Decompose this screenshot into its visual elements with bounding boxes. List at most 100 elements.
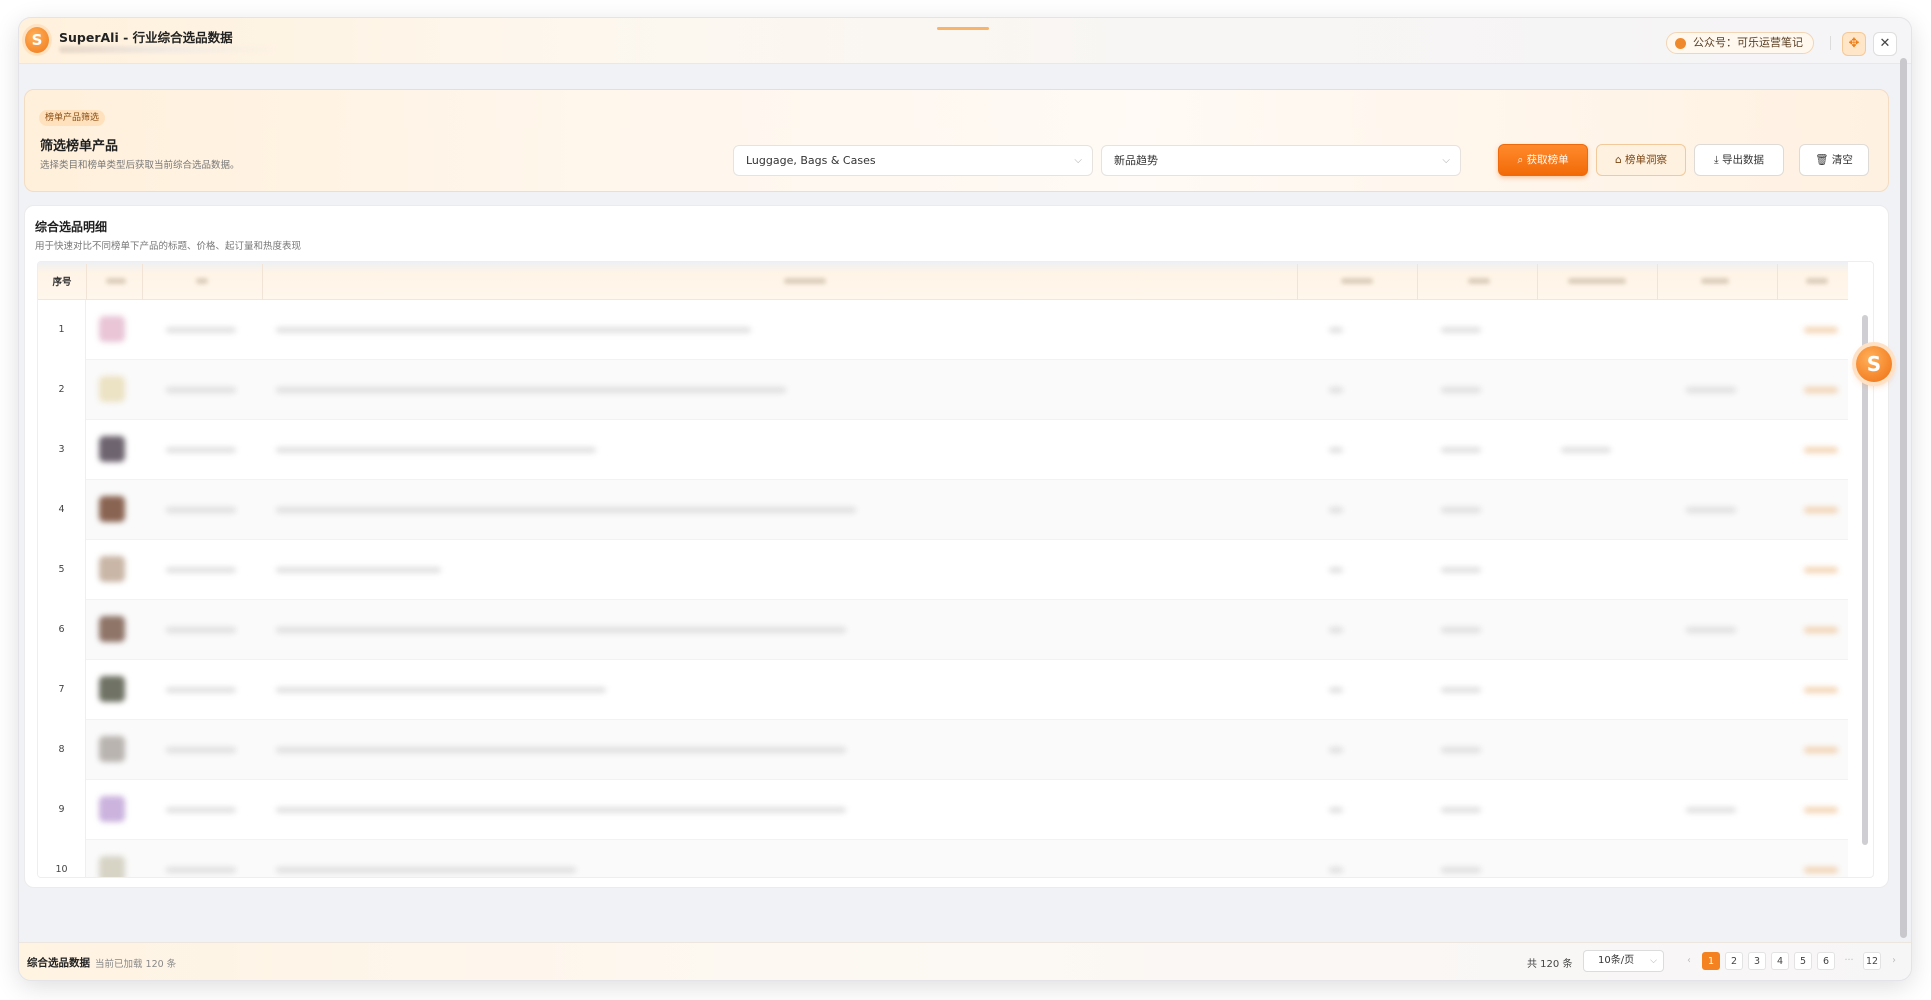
clear-button[interactable]: 🗑 清空 (1799, 144, 1869, 176)
table-row[interactable]: 7 (38, 660, 1848, 720)
app-title: SuperAli - 行业综合选品数据 (59, 30, 233, 45)
close-icon[interactable]: ✕ (1873, 32, 1897, 56)
column-header-blurred[interactable] (106, 278, 126, 284)
product-thumbnail[interactable] (99, 676, 125, 702)
product-title-blurred[interactable] (276, 687, 606, 693)
product-id-blurred[interactable] (166, 507, 236, 513)
product-thumbnail[interactable] (99, 316, 125, 342)
action-link-blurred[interactable] (1804, 627, 1838, 633)
column-header-blurred[interactable] (784, 278, 826, 284)
product-thumbnail[interactable] (99, 496, 125, 522)
category-select[interactable]: Luggage, Bags & Cases ⌵ (733, 145, 1093, 176)
moq-blurred (1329, 447, 1343, 453)
product-title-blurred[interactable] (276, 627, 846, 633)
product-thumbnail[interactable] (99, 436, 125, 462)
table-scrollbar[interactable] (1860, 310, 1870, 875)
drag-handle[interactable] (937, 27, 989, 30)
column-divider (1297, 264, 1298, 300)
table-row[interactable]: 5 (38, 540, 1848, 600)
action-link-blurred[interactable] (1804, 447, 1838, 453)
column-header-blurred[interactable] (1568, 278, 1626, 284)
product-title-blurred[interactable] (276, 807, 846, 813)
product-thumbnail[interactable] (99, 796, 125, 822)
floating-assistant-button[interactable]: S (1856, 346, 1892, 382)
product-id-blurred[interactable] (166, 327, 236, 333)
product-title-blurred[interactable] (276, 387, 786, 393)
table-row[interactable]: 9 (38, 780, 1848, 840)
row-index: 3 (38, 420, 86, 480)
action-link-blurred[interactable] (1804, 507, 1838, 513)
product-id-blurred[interactable] (166, 687, 236, 693)
product-thumbnail[interactable] (99, 616, 125, 642)
table-row[interactable]: 1 (38, 300, 1848, 360)
total-count: 共 120 条 (1527, 959, 1573, 970)
moq-blurred (1329, 567, 1343, 573)
column-header-blurred[interactable] (1701, 278, 1729, 284)
page-button-6[interactable]: 6 (1817, 952, 1835, 970)
chevron-down-icon: ⌵ (1442, 155, 1450, 166)
next-page-button[interactable]: › (1885, 952, 1903, 970)
table-row[interactable]: 10 (38, 840, 1848, 877)
action-link-blurred[interactable] (1804, 327, 1838, 333)
export-data-button[interactable]: ⤓ 导出数据 (1694, 144, 1784, 176)
table-row[interactable]: 6 (38, 600, 1848, 660)
table-row[interactable]: 2 (38, 360, 1848, 420)
page-button-1[interactable]: 1 (1702, 952, 1720, 970)
table-scrollbar-thumb[interactable] (1862, 315, 1868, 845)
product-title-blurred[interactable] (276, 327, 751, 333)
product-title-blurred[interactable] (276, 507, 856, 513)
action-link-blurred[interactable] (1804, 567, 1838, 573)
page-button-4[interactable]: 4 (1771, 952, 1789, 970)
list-type-select[interactable]: 新品趋势 ⌵ (1101, 145, 1461, 176)
index-column-header: 序号 (52, 277, 72, 288)
table-row[interactable]: 8 (38, 720, 1848, 780)
page-button-12[interactable]: 12 (1863, 952, 1881, 970)
table-row[interactable]: 4 (38, 480, 1848, 540)
product-id-blurred[interactable] (166, 567, 236, 573)
window-scrollbar[interactable] (1900, 58, 1907, 938)
moq-blurred (1329, 387, 1343, 393)
product-id-blurred[interactable] (166, 387, 236, 393)
product-title-blurred[interactable] (276, 747, 846, 753)
title-bar[interactable]: S SuperAli - 行业综合选品数据 公众号：可乐运营笔记 ✥ ✕ (19, 18, 1911, 64)
page-button-2[interactable]: 2 (1725, 952, 1743, 970)
table-header: 序号 (38, 262, 1848, 300)
page-button-5[interactable]: 5 (1794, 952, 1812, 970)
prev-page-button[interactable]: ‹ (1680, 952, 1698, 970)
price-blurred (1441, 447, 1481, 453)
product-title-blurred[interactable] (276, 567, 441, 573)
row-index: 5 (38, 540, 86, 600)
action-link-blurred[interactable] (1804, 867, 1838, 873)
product-id-blurred[interactable] (166, 807, 236, 813)
product-id-blurred[interactable] (166, 747, 236, 753)
product-thumbnail[interactable] (99, 856, 125, 877)
product-thumbnail[interactable] (99, 556, 125, 582)
action-link-blurred[interactable] (1804, 687, 1838, 693)
page-size-select[interactable]: 10条/页 ⌵ (1583, 950, 1664, 972)
product-id-blurred[interactable] (166, 627, 236, 633)
pin-icon[interactable]: ✥ (1842, 32, 1866, 56)
column-header-blurred[interactable] (196, 278, 208, 284)
list-insight-button[interactable]: ⌂ 榜单洞察 (1596, 144, 1686, 176)
page-ellipsis[interactable]: ··· (1840, 952, 1858, 970)
product-title-blurred[interactable] (276, 447, 596, 453)
product-thumbnail[interactable] (99, 376, 125, 402)
action-link-blurred[interactable] (1804, 387, 1838, 393)
page-button-3[interactable]: 3 (1748, 952, 1766, 970)
column-header-blurred[interactable] (1341, 278, 1373, 284)
filter-tag: 榜单产品筛选 (39, 110, 106, 126)
row-blurred-content (86, 360, 1848, 420)
product-id-blurred[interactable] (166, 447, 236, 453)
titlebar-divider (1830, 36, 1831, 50)
fetch-list-button[interactable]: ⌕ 获取榜单 (1498, 144, 1588, 176)
column-header-blurred[interactable] (1806, 278, 1828, 284)
price-blurred (1441, 387, 1481, 393)
wechat-badge[interactable]: 公众号：可乐运营笔记 (1666, 32, 1814, 54)
product-thumbnail[interactable] (99, 736, 125, 762)
product-id-blurred[interactable] (166, 867, 236, 873)
column-header-blurred[interactable] (1468, 278, 1490, 284)
product-title-blurred[interactable] (276, 867, 576, 873)
action-link-blurred[interactable] (1804, 807, 1838, 813)
action-link-blurred[interactable] (1804, 747, 1838, 753)
table-row[interactable]: 3 (38, 420, 1848, 480)
